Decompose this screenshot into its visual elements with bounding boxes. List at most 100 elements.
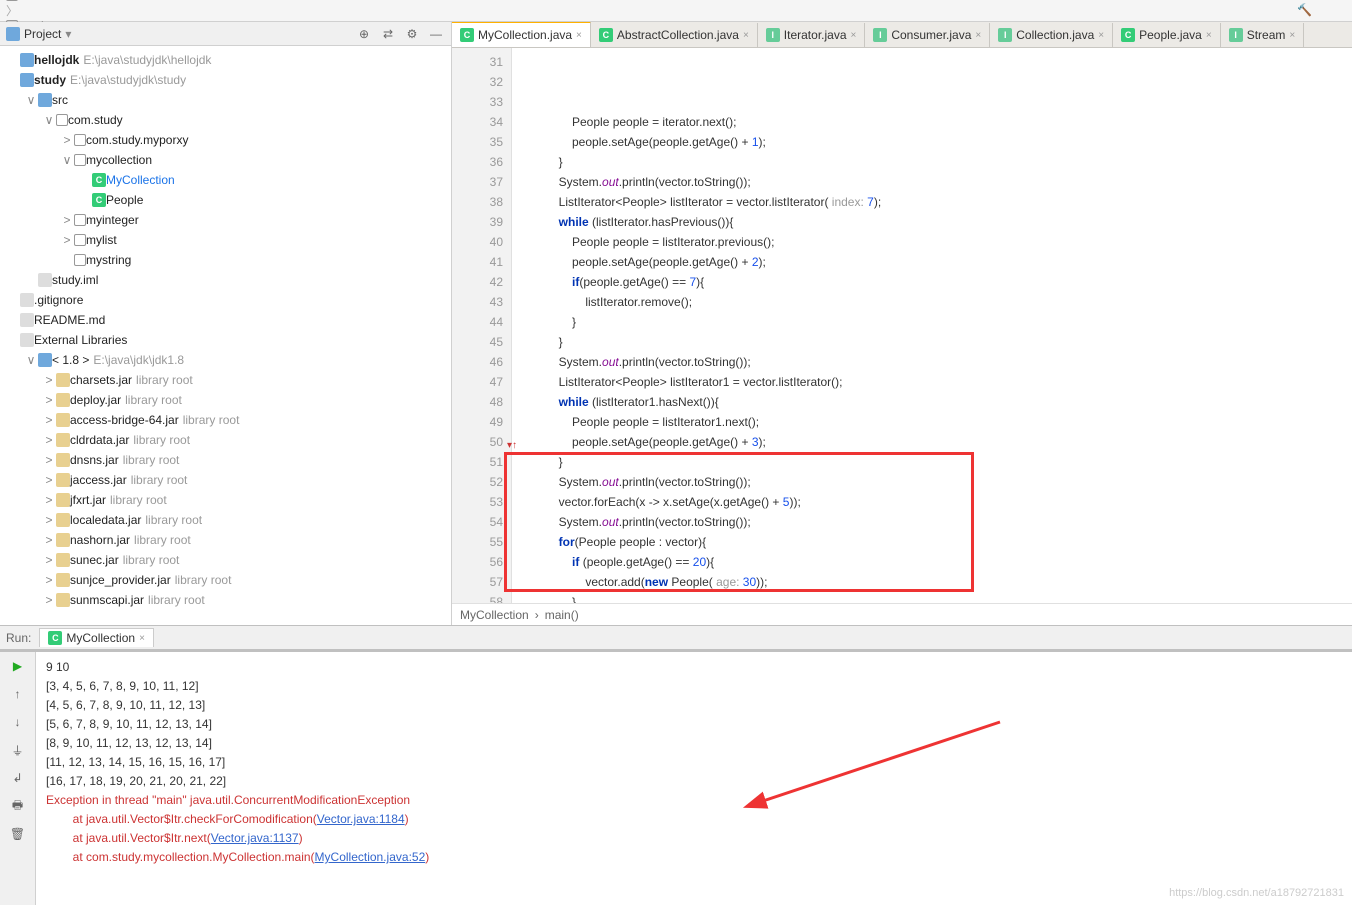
- tree-twisty[interactable]: >: [60, 133, 74, 147]
- tree-item[interactable]: > sunmscapi.jar library root: [0, 590, 451, 610]
- line-number[interactable]: 53: [452, 492, 503, 512]
- tree-item[interactable]: C People: [0, 190, 451, 210]
- code-line[interactable]: people.setAge(people.getAge() + 2);: [532, 252, 1352, 272]
- tree-twisty[interactable]: >: [42, 533, 56, 547]
- breadcrumb-item[interactable]: com: [6, 0, 92, 2]
- code-line[interactable]: }: [532, 592, 1352, 603]
- code-line[interactable]: People people = listIterator1.next();: [532, 412, 1352, 432]
- code-line[interactable]: listIterator.remove();: [532, 292, 1352, 312]
- code-line[interactable]: }: [532, 452, 1352, 472]
- tree-twisty[interactable]: >: [60, 233, 74, 247]
- code-body[interactable]: People people = iterator.next(); people.…: [512, 48, 1352, 603]
- editor-tab[interactable]: I Iterator.java ×: [758, 23, 866, 47]
- line-number[interactable]: 36: [452, 152, 503, 172]
- code-line[interactable]: People people = iterator.next();: [532, 112, 1352, 132]
- code-line[interactable]: ListIterator<People> listIterator1 = vec…: [532, 372, 1352, 392]
- close-icon[interactable]: ×: [1206, 30, 1212, 41]
- close-icon[interactable]: ×: [1289, 30, 1295, 41]
- build-icon[interactable]: 🔨: [1297, 3, 1312, 17]
- line-number[interactable]: 34: [452, 112, 503, 132]
- tree-twisty[interactable]: >: [42, 453, 56, 467]
- tree-item[interactable]: > jfxrt.jar library root: [0, 490, 451, 510]
- code-line[interactable]: if (people.getAge() == 20){: [532, 552, 1352, 572]
- code-line[interactable]: System.out.println(vector.toString());: [532, 472, 1352, 492]
- tree-item[interactable]: > access-bridge-64.jar library root: [0, 410, 451, 430]
- settings-icon[interactable]: ⚙: [403, 25, 421, 43]
- line-number[interactable]: 49: [452, 412, 503, 432]
- tree-item[interactable]: > dnsns.jar library root: [0, 450, 451, 470]
- tree-twisty[interactable]: >: [42, 413, 56, 427]
- code-line[interactable]: vector.forEach(x -> x.setAge(x.getAge() …: [532, 492, 1352, 512]
- tree-twisty[interactable]: >: [42, 553, 56, 567]
- line-number[interactable]: 41: [452, 252, 503, 272]
- editor-tab[interactable]: C AbstractCollection.java ×: [591, 23, 758, 47]
- line-number[interactable]: 35: [452, 132, 503, 152]
- editor-tab[interactable]: C MyCollection.java ×: [452, 22, 591, 47]
- tree-twisty[interactable]: >: [42, 573, 56, 587]
- line-number[interactable]: 47: [452, 372, 503, 392]
- code-line[interactable]: System.out.println(vector.toString());: [532, 512, 1352, 532]
- tree-item[interactable]: > nashorn.jar library root: [0, 530, 451, 550]
- crumb-method[interactable]: main(): [545, 608, 579, 622]
- line-number[interactable]: 46: [452, 352, 503, 372]
- line-number[interactable]: 45: [452, 332, 503, 352]
- wrap-button[interactable]: ↲: [8, 768, 28, 788]
- tree-item[interactable]: > deploy.jar library root: [0, 390, 451, 410]
- close-icon[interactable]: ×: [139, 633, 145, 644]
- code-line[interactable]: System.out.println(vector.toString());: [532, 352, 1352, 372]
- close-icon[interactable]: ×: [975, 30, 981, 41]
- tree-item[interactable]: study.iml: [0, 270, 451, 290]
- editor-tab[interactable]: I Stream ×: [1221, 23, 1305, 47]
- tree-item[interactable]: > mylist: [0, 230, 451, 250]
- tree-twisty[interactable]: >: [42, 393, 56, 407]
- code-line[interactable]: vector.add(new People( age: 30));: [532, 572, 1352, 592]
- code-line[interactable]: while (listIterator1.hasNext()){: [532, 392, 1352, 412]
- hide-button[interactable]: —: [427, 25, 445, 43]
- tree-item[interactable]: ∨ < 1.8 > E:\java\jdk\jdk1.8: [0, 350, 451, 370]
- tree-twisty[interactable]: >: [42, 473, 56, 487]
- tree-item[interactable]: study E:\java\studyjdk\study: [0, 70, 451, 90]
- code-line[interactable]: people.setAge(people.getAge() + 3);: [532, 432, 1352, 452]
- tree-item[interactable]: ∨ com.study: [0, 110, 451, 130]
- tree-item[interactable]: mystring: [0, 250, 451, 270]
- line-number[interactable]: 51: [452, 452, 503, 472]
- crumb-class[interactable]: MyCollection: [460, 608, 529, 622]
- line-number[interactable]: 58: [452, 592, 503, 603]
- code-line[interactable]: ListIterator<People> listIterator = vect…: [532, 192, 1352, 212]
- tree-item[interactable]: ∨ src: [0, 90, 451, 110]
- rerun-button[interactable]: ▶: [8, 656, 28, 676]
- tree-twisty[interactable]: >: [42, 433, 56, 447]
- code-line[interactable]: System.out.println(vector.toString());: [532, 172, 1352, 192]
- tree-twisty[interactable]: ∨: [42, 113, 56, 127]
- line-number[interactable]: 54: [452, 512, 503, 532]
- tree-item[interactable]: > com.study.myporxy: [0, 130, 451, 150]
- tree-item[interactable]: > charsets.jar library root: [0, 370, 451, 390]
- line-number[interactable]: 56: [452, 552, 503, 572]
- tree-twisty[interactable]: ∨: [24, 353, 38, 367]
- tree-item[interactable]: hellojdk E:\java\studyjdk\hellojdk: [0, 50, 451, 70]
- code-line[interactable]: people.setAge(people.getAge() + 1);: [532, 132, 1352, 152]
- code-line[interactable]: while (listIterator.hasPrevious()){: [532, 212, 1352, 232]
- select-opened-button[interactable]: ⇄: [379, 25, 397, 43]
- line-number[interactable]: 38: [452, 192, 503, 212]
- close-icon[interactable]: ×: [851, 30, 857, 41]
- code-breadcrumbs[interactable]: MyCollection › main(): [452, 603, 1352, 625]
- filter-button[interactable]: ⏚: [8, 740, 28, 760]
- run-tab[interactable]: C MyCollection ×: [39, 628, 154, 647]
- line-number[interactable]: 39: [452, 212, 503, 232]
- line-number[interactable]: 52: [452, 472, 503, 492]
- tree-twisty[interactable]: >: [42, 593, 56, 607]
- stop-button[interactable]: ↑: [8, 684, 28, 704]
- console-output[interactable]: 9 10[3, 4, 5, 6, 7, 8, 9, 10, 11, 12][4,…: [36, 652, 1352, 905]
- tree-twisty[interactable]: >: [42, 513, 56, 527]
- project-tree[interactable]: hellojdk E:\java\studyjdk\hellojdk study…: [0, 46, 451, 625]
- line-gutter[interactable]: 3132333435363738394041424344454647484950…: [452, 48, 512, 603]
- stacktrace-link[interactable]: Vector.java:1137: [211, 831, 299, 845]
- tree-item[interactable]: External Libraries: [0, 330, 451, 350]
- tree-twisty[interactable]: ∨: [24, 93, 38, 107]
- tree-twisty[interactable]: >: [42, 373, 56, 387]
- tree-twisty[interactable]: >: [42, 493, 56, 507]
- line-number[interactable]: 31: [452, 52, 503, 72]
- stacktrace-link[interactable]: Vector.java:1184: [317, 812, 405, 826]
- line-number[interactable]: 48: [452, 392, 503, 412]
